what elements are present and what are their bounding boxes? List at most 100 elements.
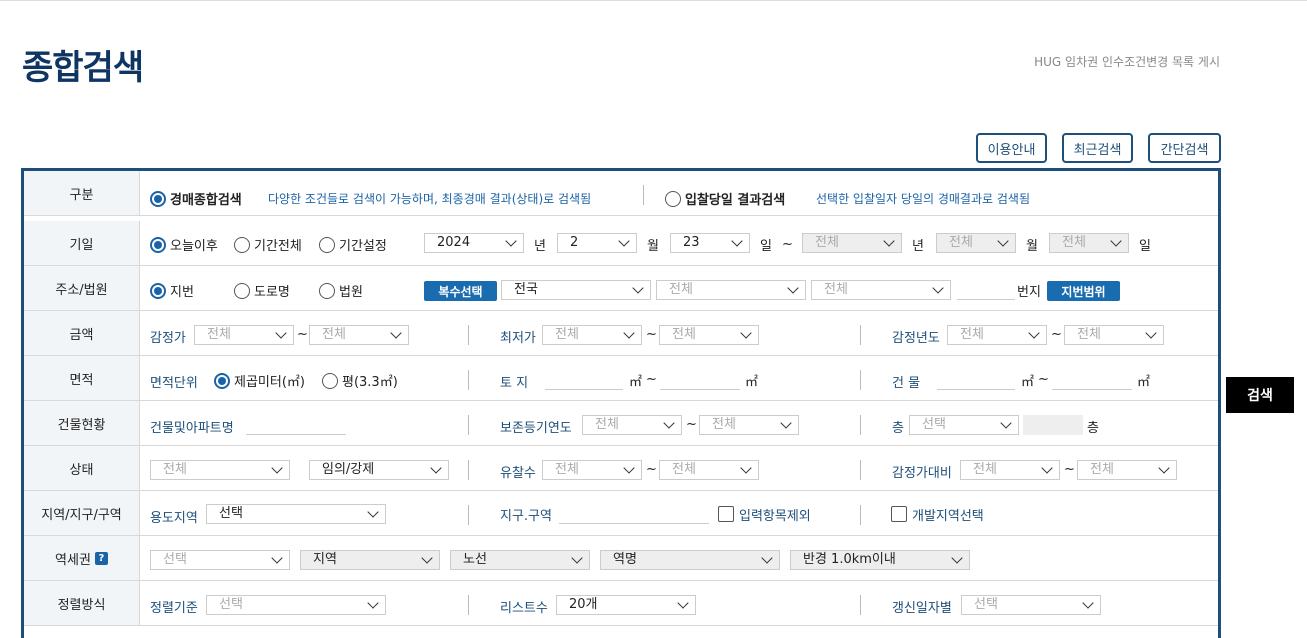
chevron-down-icon (787, 282, 799, 294)
chevron-down-icon (740, 462, 752, 474)
appraisal-to-select[interactable]: 전체 (309, 325, 409, 345)
building-area-from-input[interactable] (937, 370, 1015, 390)
chevron-down-icon (1110, 235, 1122, 247)
appraisal-year-to-select[interactable]: 전체 (1064, 325, 1164, 345)
row-label: 정렬방식 (24, 581, 140, 625)
chevron-down-icon (951, 552, 963, 564)
row-label: 역세권? (24, 536, 140, 580)
start-day-select[interactable]: 23 (670, 233, 750, 253)
station-region-select[interactable]: 지역 (300, 550, 440, 570)
fail-count-to-select[interactable]: 전체 (659, 460, 759, 480)
registration-year-from-select[interactable]: 전체 (582, 415, 682, 435)
appraisal-year-label: 감정년도 (892, 331, 940, 346)
end-month-select[interactable]: 전체 (936, 233, 1016, 253)
land-area-label: 토 지 (500, 376, 529, 391)
help-icon[interactable]: ? (94, 551, 108, 565)
simple-search-button[interactable]: 간단검색 (1148, 133, 1221, 163)
sigungu-select[interactable]: 전체 (656, 280, 806, 300)
building-name-input[interactable] (246, 415, 346, 435)
sqm-unit: ㎡ (745, 375, 759, 390)
floor-input[interactable] (1023, 415, 1083, 435)
tilde: ~ (686, 417, 697, 432)
divider (468, 370, 469, 390)
minimum-to-select[interactable]: 전체 (659, 325, 759, 345)
minimum-from-select[interactable]: 전체 (542, 325, 642, 345)
radio-period-custom[interactable]: 기간설정 (319, 235, 387, 254)
radio-road-name[interactable]: 도로명 (234, 281, 290, 300)
radio-unchecked-icon (234, 236, 250, 253)
radio-unchecked-icon (665, 190, 681, 207)
radio-sqm[interactable]: 제곱미터(㎡) (214, 371, 305, 390)
sido-select[interactable]: 전국 (501, 280, 651, 300)
building-area-to-input[interactable] (1052, 370, 1132, 390)
radio-auction-search[interactable]: 경매종합검색 (150, 189, 242, 208)
floor-select[interactable]: 선택 (909, 415, 1019, 435)
fail-count-from-select[interactable]: 전체 (542, 460, 642, 480)
chevron-down-icon (932, 282, 944, 294)
guide-button[interactable]: 이용안내 (976, 133, 1047, 163)
chevron-down-icon (761, 552, 773, 564)
radio-checked-icon (150, 190, 166, 207)
radio-jibun[interactable]: 지번 (150, 281, 194, 300)
dev-area-checkbox[interactable] (891, 506, 907, 522)
row-label: 면적 (24, 356, 140, 400)
appraisal-from-select[interactable]: 전체 (194, 325, 294, 345)
bunji-input[interactable] (957, 280, 1015, 300)
auction-type-select[interactable]: 임의/강제 (309, 460, 449, 480)
list-count-select[interactable]: 20개 (556, 595, 696, 615)
station-name-select[interactable]: 역명 (600, 550, 780, 570)
ratio-to-select[interactable]: 전체 (1077, 460, 1177, 480)
station-select[interactable]: 선택 (150, 550, 290, 570)
radio-today-after[interactable]: 오늘이후 (150, 235, 218, 254)
start-year-select[interactable]: 2024 (424, 233, 524, 253)
minimum-price-label: 최저가 (500, 331, 536, 346)
bid-day-search-desc: 선택한 입찰일자 당일의 경매결과로 검색됨 (816, 192, 1030, 206)
station-radius-select[interactable]: 반경 1.0km이내 (790, 550, 970, 570)
radio-court[interactable]: 법원 (319, 281, 363, 300)
row-label: 기일 (24, 221, 140, 265)
chevron-down-icon (271, 462, 283, 474)
status-select[interactable]: 전체 (150, 460, 290, 480)
radio-period-all[interactable]: 기간전체 (234, 235, 302, 254)
sort-basis-select[interactable]: 선택 (206, 595, 386, 615)
row-building: 건물현황 건물및아파트명 보존등기연도 전체 ~ 전체 층 선택 층 (24, 401, 1218, 446)
dong-select[interactable]: 전체 (811, 280, 951, 300)
land-area-from-input[interactable] (545, 370, 623, 390)
divider (643, 185, 644, 205)
end-day-select[interactable]: 전체 (1049, 233, 1129, 253)
district-input[interactable] (559, 504, 709, 524)
recent-search-button[interactable]: 최근검색 (1062, 133, 1133, 163)
multi-select-button[interactable]: 복수선택 (424, 281, 497, 301)
row-address: 주소/법원 지번 도로명 법원 복수선택 전국 전체 전체 번지 지번범위 (24, 266, 1218, 311)
radio-bid-day-search[interactable]: 입찰당일 결과검색 (665, 189, 785, 208)
chevron-down-icon (632, 282, 644, 294)
year-unit: 년 (912, 239, 924, 254)
ratio-from-select[interactable]: 전체 (960, 460, 1060, 480)
hug-notice-link[interactable]: HUG 임차권 인수조건변경 목록 게시 (1034, 53, 1220, 70)
exclude-checkbox[interactable] (718, 506, 734, 522)
chevron-down-icon (1041, 462, 1053, 474)
tilde: ~ (1064, 462, 1075, 477)
chevron-down-icon (1000, 417, 1012, 429)
bunji-range-button[interactable]: 지번범위 (1047, 281, 1120, 301)
tilde: ~ (646, 327, 657, 342)
row-status: 상태 전체 임의/강제 유찰수 전체 ~ 전체 감정가대비 전체 ~ 전체 (24, 446, 1218, 491)
land-area-to-input[interactable] (660, 370, 740, 390)
start-month-select[interactable]: 2 (557, 233, 637, 253)
chevron-down-icon (271, 552, 283, 564)
registration-year-to-select[interactable]: 전체 (699, 415, 799, 435)
use-area-select[interactable]: 선택 (206, 504, 386, 524)
search-form: 구분 경매종합검색 다양한 조건들로 검색이 가능하며, 최종경매 결과(상태)… (21, 168, 1221, 638)
radio-pyeong[interactable]: 평(3.3㎡) (322, 371, 398, 390)
building-area-label: 건 물 (892, 376, 921, 391)
end-year-select[interactable]: 전체 (802, 233, 902, 253)
sqm-unit: ㎡ (629, 375, 643, 390)
renew-date-select[interactable]: 선택 (961, 595, 1101, 615)
search-button[interactable]: 검색 (1226, 377, 1294, 413)
radio-unchecked-icon (319, 282, 335, 299)
year-unit: 년 (534, 239, 546, 254)
station-line-select[interactable]: 노선 (450, 550, 590, 570)
chevron-down-icon (421, 552, 433, 564)
appraisal-year-from-select[interactable]: 전체 (947, 325, 1047, 345)
tilde: ~ (782, 237, 793, 252)
